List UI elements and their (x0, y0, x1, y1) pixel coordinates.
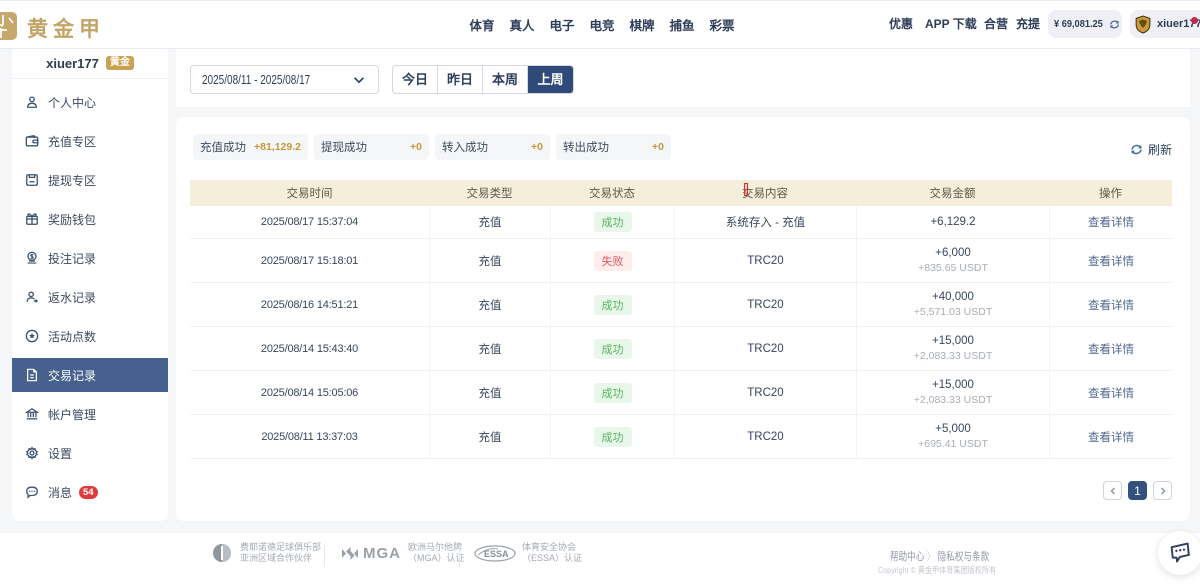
svg-text:ESSA: ESSA (484, 549, 509, 559)
